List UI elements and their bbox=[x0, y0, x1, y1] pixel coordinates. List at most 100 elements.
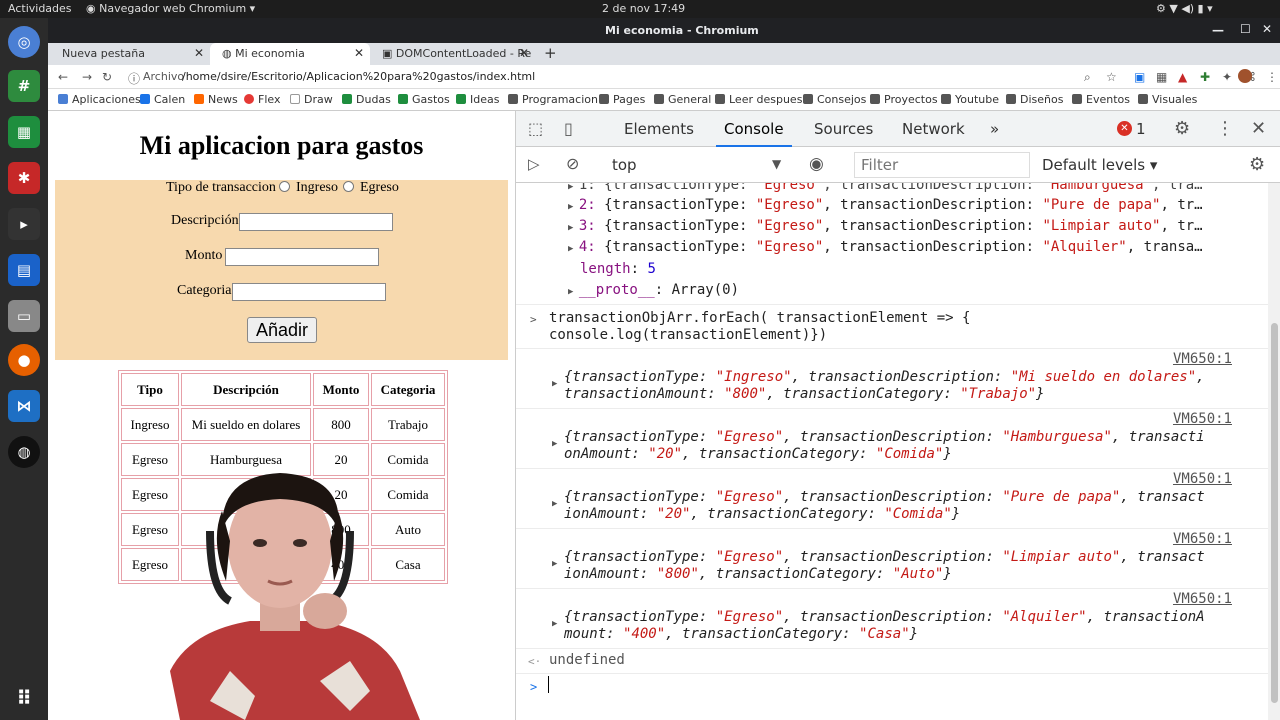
extension-icon[interactable]: ▦ bbox=[1156, 70, 1167, 84]
array-entry[interactable]: ▶ 1: {transactionType: "Egreso", transac… bbox=[568, 183, 1203, 193]
source-link[interactable]: VM650:1 bbox=[1173, 471, 1232, 487]
log-object-line[interactable]: {transactionType: "Egreso", transactionD… bbox=[564, 429, 1205, 445]
terminal-dock-icon[interactable]: ▸ bbox=[8, 208, 40, 240]
extension-icon[interactable]: ✚ bbox=[1200, 70, 1210, 84]
category-input[interactable] bbox=[232, 283, 386, 301]
array-entry[interactable]: ▶ 3: {transactionType: "Egreso", transac… bbox=[568, 218, 1203, 234]
log-object-line[interactable]: {transactionType: "Egreso", transactionD… bbox=[564, 489, 1205, 505]
document-dock-icon[interactable]: ▤ bbox=[8, 254, 40, 286]
info-icon[interactable]: ⓘ bbox=[128, 70, 140, 87]
extension-icon[interactable]: ▣ bbox=[1134, 70, 1145, 84]
array-entry[interactable]: ▶ 4: {transactionType: "Egreso", transac… bbox=[568, 239, 1203, 255]
network-dock-icon[interactable]: ✱ bbox=[8, 162, 40, 194]
bookmark-folder[interactable]: Leer despues bbox=[715, 93, 802, 106]
more-tabs-icon[interactable]: » bbox=[990, 120, 999, 138]
bookmark-folder[interactable]: Programacion bbox=[508, 93, 598, 106]
close-devtools-icon[interactable]: ✕ bbox=[1251, 118, 1266, 139]
bookmark-item[interactable]: Dudas bbox=[342, 93, 391, 106]
bookmark-folder[interactable]: Pages bbox=[599, 93, 645, 106]
app-menu[interactable]: ◉ Navegador web Chromium ▾ bbox=[86, 2, 255, 15]
firefox-dock-icon[interactable]: ● bbox=[8, 344, 40, 376]
extension-icon[interactable]: ▲ bbox=[1178, 70, 1187, 84]
source-link[interactable]: VM650:1 bbox=[1173, 531, 1232, 547]
bookmark-item[interactable]: Ideas bbox=[456, 93, 499, 106]
error-count[interactable]: 1 bbox=[1136, 120, 1146, 138]
amount-input[interactable] bbox=[225, 248, 379, 266]
clock[interactable]: 2 de nov 17:49 bbox=[602, 2, 685, 15]
new-tab-button[interactable]: + bbox=[538, 43, 562, 65]
terminal-green-dock-icon[interactable]: # bbox=[8, 70, 40, 102]
extensions-puzzle-icon[interactable]: ✦ bbox=[1222, 70, 1232, 84]
expand-arrow-icon[interactable]: ▶ bbox=[552, 379, 557, 389]
radio-ingreso[interactable] bbox=[279, 181, 290, 192]
tab-mi-economia[interactable]: ◍ Mi economia ✕ bbox=[210, 43, 370, 65]
tab-network[interactable]: Network bbox=[902, 120, 965, 138]
expand-arrow-icon[interactable]: ▶ bbox=[552, 439, 557, 449]
bookmark-item[interactable]: Draw bbox=[290, 93, 333, 106]
bookmark-item[interactable]: Calen bbox=[140, 93, 185, 106]
settings-gear-icon[interactable]: ⚙ bbox=[1174, 118, 1190, 139]
show-apps-icon[interactable]: ⠿ bbox=[8, 682, 40, 714]
minimize-button[interactable]: — bbox=[1212, 23, 1224, 37]
close-tab-icon[interactable]: ✕ bbox=[194, 46, 204, 60]
context-selector[interactable]: top bbox=[612, 156, 637, 174]
bookmark-folder[interactable]: Youtube bbox=[941, 93, 999, 106]
close-tab-icon[interactable]: ✕ bbox=[354, 46, 364, 60]
log-object-line[interactable]: {transactionType: "Egreso", transactionD… bbox=[564, 549, 1205, 565]
files-dock-icon[interactable]: ▭ bbox=[8, 300, 40, 332]
source-link[interactable]: VM650:1 bbox=[1173, 591, 1232, 607]
expand-arrow-icon[interactable]: ▶ bbox=[552, 619, 557, 629]
chromium-dock-icon[interactable]: ◎ bbox=[8, 26, 40, 58]
tab-sources[interactable]: Sources bbox=[814, 120, 873, 138]
device-toolbar-icon[interactable]: ▯ bbox=[564, 119, 573, 138]
add-button[interactable]: Añadir bbox=[247, 317, 317, 343]
error-icon[interactable]: ✕ bbox=[1117, 121, 1132, 136]
devtools-menu-icon[interactable]: ⋮ bbox=[1216, 118, 1234, 139]
bookmark-item[interactable]: Gastos bbox=[398, 93, 450, 106]
forward-icon[interactable]: → bbox=[82, 70, 92, 84]
bookmark-folder[interactable]: Diseños bbox=[1006, 93, 1063, 106]
live-expression-eye-icon[interactable]: ◉ bbox=[809, 154, 824, 174]
address-bar[interactable]: /home/dsire/Escritorio/Aplicacion%20para… bbox=[182, 70, 535, 83]
console-settings-gear-icon[interactable]: ⚙ bbox=[1249, 154, 1265, 175]
sidebar-toggle-icon[interactable]: ▷ bbox=[528, 155, 540, 173]
expand-arrow-icon[interactable]: ▶ bbox=[552, 559, 557, 569]
menu-kebab-icon[interactable]: ⋮ bbox=[1266, 70, 1278, 84]
bookmark-item[interactable]: Flex bbox=[244, 93, 280, 106]
inspect-element-icon[interactable]: ⬚ bbox=[528, 119, 543, 138]
source-link[interactable]: VM650:1 bbox=[1173, 351, 1232, 367]
radio-egreso[interactable] bbox=[343, 181, 354, 192]
back-icon[interactable]: ← bbox=[58, 70, 68, 84]
close-tab-icon[interactable]: ✕ bbox=[519, 46, 529, 60]
console-input[interactable] bbox=[548, 676, 1248, 696]
log-object-line[interactable]: {transactionType: "Ingreso", transaction… bbox=[564, 369, 1205, 385]
scrollbar-thumb[interactable] bbox=[1271, 323, 1278, 703]
description-input[interactable] bbox=[239, 213, 393, 231]
bookmark-folder[interactable]: Visuales bbox=[1138, 93, 1197, 106]
default-levels-dropdown[interactable]: Default levels ▾ bbox=[1042, 156, 1157, 174]
bookmark-folder[interactable]: General bbox=[654, 93, 711, 106]
expand-arrow-icon[interactable]: ▶ bbox=[552, 499, 557, 509]
array-proto[interactable]: ▶ __proto__: Array(0) bbox=[568, 282, 739, 298]
tab-nueva-pestana[interactable]: Nueva pestaña ✕ bbox=[50, 43, 210, 65]
array-entry[interactable]: ▶ 2: {transactionType: "Egreso", transac… bbox=[568, 197, 1203, 213]
avatar[interactable] bbox=[1238, 69, 1252, 83]
tab-console[interactable]: Console bbox=[716, 120, 792, 147]
clear-console-icon[interactable]: ⊘ bbox=[566, 154, 579, 173]
bookmark-folder[interactable]: Eventos bbox=[1072, 93, 1130, 106]
reload-icon[interactable]: ↻ bbox=[102, 70, 112, 84]
console-scrollbar[interactable] bbox=[1268, 183, 1280, 720]
close-window-button[interactable]: ✕ bbox=[1262, 22, 1272, 36]
tab-elements[interactable]: Elements bbox=[624, 120, 694, 138]
log-object-line[interactable]: {transactionType: "Egreso", transactionD… bbox=[564, 609, 1205, 625]
activities-button[interactable]: Actividades bbox=[8, 2, 72, 15]
bookmark-item[interactable]: Aplicaciones bbox=[58, 93, 141, 106]
tab-domcontentloaded[interactable]: ▣ DOMContentLoaded - Re ✕ bbox=[370, 43, 535, 65]
obs-dock-icon[interactable]: ◍ bbox=[8, 436, 40, 468]
vscode-dock-icon[interactable]: ⋈ bbox=[8, 390, 40, 422]
bookmark-star-icon[interactable]: ☆ bbox=[1106, 70, 1117, 84]
zoom-icon[interactable]: ⌕ bbox=[1084, 70, 1091, 85]
system-tray-icons[interactable]: ⚙ ▼ ◀) ▮ ▾ bbox=[1156, 2, 1213, 15]
chevron-down-icon[interactable]: ▼ bbox=[772, 157, 781, 171]
source-link[interactable]: VM650:1 bbox=[1173, 411, 1232, 427]
